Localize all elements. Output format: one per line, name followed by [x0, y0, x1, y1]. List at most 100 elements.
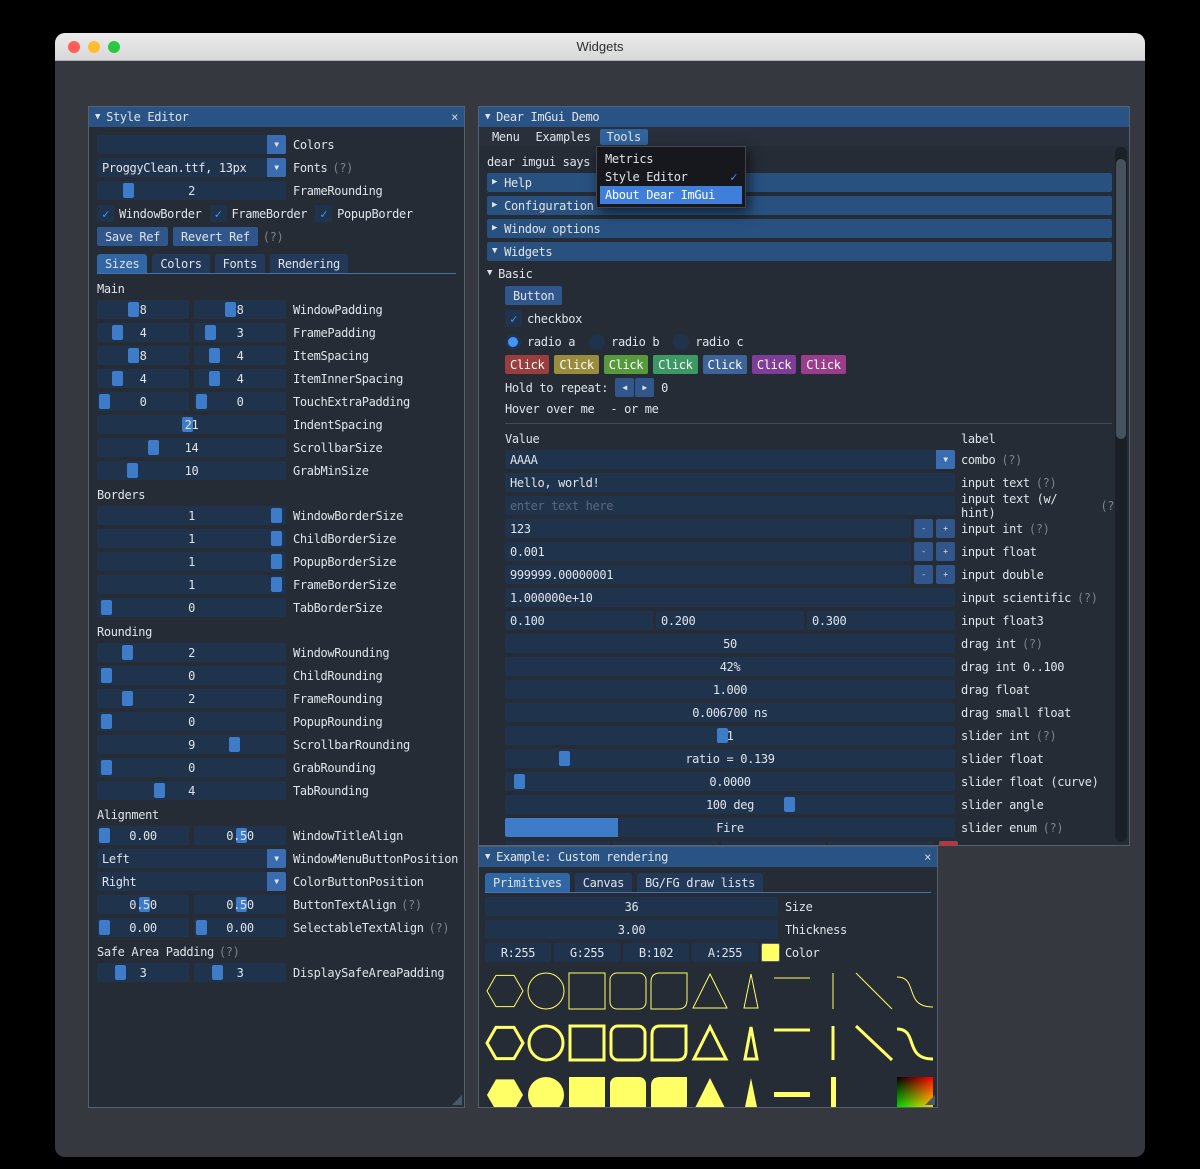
double-input[interactable]: 999999.00000001	[505, 565, 911, 584]
check-icon[interactable]: ✓	[209, 205, 227, 222]
tabbordersize-slider[interactable]: 0	[97, 598, 286, 617]
tree-node-basic[interactable]: ▼ Basic	[487, 265, 1121, 282]
scrollbar-grab[interactable]	[1116, 159, 1126, 439]
click-button-5[interactable]: Click	[702, 355, 747, 374]
float-input[interactable]: 0.001	[505, 542, 911, 561]
colors-combo[interactable]: ▼	[97, 135, 286, 154]
click-button-7[interactable]: Click	[801, 355, 846, 374]
custom-rendering-titlebar[interactable]: ▼ Example: Custom rendering ×	[479, 847, 937, 867]
menu-item-examples[interactable]: Examples	[529, 129, 598, 145]
click-button-4[interactable]: Click	[653, 355, 698, 374]
slider-float-widget[interactable]: ratio = 0.139	[505, 749, 955, 768]
int-input[interactable]: 123	[505, 519, 911, 538]
close-icon[interactable]: ×	[924, 850, 931, 864]
grabminsize-slider[interactable]: 10	[97, 461, 286, 480]
tab-sizes[interactable]: Sizes	[97, 254, 148, 273]
resize-grip[interactable]	[925, 1095, 935, 1105]
help-marker[interactable]: (?)	[1036, 476, 1057, 490]
windowmenubuttonposition-combo[interactable]: Left ▼	[97, 849, 286, 868]
chevron-down-icon[interactable]: ▼	[267, 849, 286, 868]
framerounding-slider[interactable]: 2	[97, 689, 286, 708]
tabrounding-slider[interactable]: 4	[97, 781, 286, 800]
frameborder-checkbox[interactable]: ✓ FrameBorder	[209, 205, 307, 222]
chevron-down-icon[interactable]: ▼	[267, 158, 286, 177]
drag-pct-widget[interactable]: 42%	[505, 657, 955, 676]
selectabletextalign-y-slider[interactable]: 0.00	[194, 918, 286, 937]
windowtitlealign-y-slider[interactable]: 0.50	[194, 826, 286, 845]
close-window-button[interactable]	[68, 41, 80, 53]
arrow-right-button[interactable]: ▶	[635, 378, 655, 397]
input-text-field[interactable]	[505, 473, 955, 492]
arrow-left-button[interactable]: ◀	[615, 378, 635, 397]
slider-int-widget[interactable]: 1	[505, 726, 955, 745]
framepadding-x-slider[interactable]: 4	[97, 323, 189, 342]
displaysafeareapadding-y-slider[interactable]: 3	[194, 963, 286, 982]
collapse-arrow-icon[interactable]: ▼	[95, 112, 100, 122]
iteminnerspacing-y-slider[interactable]: 4	[194, 369, 286, 388]
menu-option-about[interactable]: About Dear ImGui	[600, 186, 742, 204]
revert-ref-button[interactable]: Revert Ref	[173, 227, 258, 246]
indentspacing-slider[interactable]: 21	[97, 415, 286, 434]
help-marker[interactable]: (?)	[263, 230, 284, 244]
radio-c-button[interactable]	[673, 333, 690, 350]
header-window-options[interactable]: ▶ Window options	[487, 219, 1112, 238]
buttontextalign-y-slider[interactable]: 0.50	[194, 895, 286, 914]
float3-z-input[interactable]: 0.300	[807, 611, 955, 630]
displaysafeareapadding-x-slider[interactable]: 3	[97, 963, 189, 982]
plus-button[interactable]: +	[936, 519, 955, 538]
check-icon[interactable]: ✓	[97, 205, 114, 222]
minus-button[interactable]: -	[914, 565, 933, 584]
chevron-down-icon[interactable]: ▼	[936, 450, 955, 469]
basic-button[interactable]: Button	[505, 286, 563, 305]
selectabletextalign-x-slider[interactable]: 0.00	[97, 918, 189, 937]
framepadding-y-slider[interactable]: 3	[194, 323, 286, 342]
macos-titlebar[interactable]: Widgets	[55, 33, 1145, 61]
color-swatch[interactable]	[761, 943, 780, 962]
itemspacing-x-slider[interactable]: 8	[97, 346, 189, 365]
hover-text-b[interactable]: - or me	[610, 402, 658, 416]
windowpadding-y-slider[interactable]: 8	[194, 300, 286, 319]
radio-b-button[interactable]	[589, 333, 606, 350]
scrollbarsize-slider[interactable]: 14	[97, 438, 286, 457]
scientific-input[interactable]: 1.000000e+10	[505, 588, 955, 607]
float3-x-input[interactable]: 0.100	[505, 611, 653, 630]
header-widgets[interactable]: ▼ Widgets	[487, 242, 1112, 261]
plus-button[interactable]: +	[936, 542, 955, 561]
aaaa-combo[interactable]: AAAA ▼	[505, 450, 955, 469]
click-button-6[interactable]: Click	[751, 355, 797, 374]
grabrounding-slider[interactable]: 0	[97, 758, 286, 777]
drag-int-widget[interactable]: 50	[505, 634, 955, 653]
help-marker[interactable]: (?)	[219, 945, 240, 959]
fonts-combo[interactable]: ProggyClean.ttf, 13px ▼	[97, 158, 286, 177]
plus-button[interactable]: +	[936, 565, 955, 584]
tab-canvas[interactable]: Canvas	[574, 873, 632, 892]
check-icon[interactable]: ✓	[315, 205, 333, 222]
color-b-drag[interactable]: B:102	[623, 943, 689, 962]
help-marker[interactable]: (?)	[1029, 522, 1050, 536]
slider-angle-widget[interactable]: 100 deg	[505, 795, 955, 814]
windowrounding-slider[interactable]: 2	[97, 643, 286, 662]
help-marker[interactable]: (?)	[401, 898, 422, 912]
collapse-arrow-icon[interactable]: ▼	[485, 852, 490, 862]
tab-fonts[interactable]: Fonts	[214, 254, 265, 273]
minus-button[interactable]: -	[914, 519, 933, 538]
windowpadding-x-slider[interactable]: 8	[97, 300, 189, 319]
colorbuttonposition-combo[interactable]: Right ▼	[97, 872, 286, 891]
help-marker[interactable]: (?)	[1001, 453, 1022, 467]
help-marker[interactable]: (?)	[1036, 729, 1057, 743]
minimize-window-button[interactable]	[88, 41, 100, 53]
color-r-drag[interactable]: R:255	[485, 943, 551, 962]
popupborder-checkbox[interactable]: ✓ PopupBorder	[315, 205, 413, 222]
drag-small-float-widget[interactable]: 0.006700 ns	[505, 703, 955, 722]
popuprounding-slider[interactable]: 0	[97, 712, 286, 731]
check-icon[interactable]: ✓	[505, 310, 522, 327]
windowborder-checkbox[interactable]: ✓ WindowBorder	[97, 205, 202, 222]
menu-item-tools[interactable]: Tools	[599, 128, 648, 145]
radio-a-button[interactable]	[505, 333, 521, 350]
vertical-scrollbar[interactable]	[1115, 147, 1127, 842]
thickness-drag[interactable]: 3.00	[485, 920, 778, 939]
color-swatch[interactable]	[939, 841, 958, 845]
close-icon[interactable]: ×	[451, 110, 458, 124]
childrounding-slider[interactable]: 0	[97, 666, 286, 685]
framebordersize-slider[interactable]: 1	[97, 575, 286, 594]
